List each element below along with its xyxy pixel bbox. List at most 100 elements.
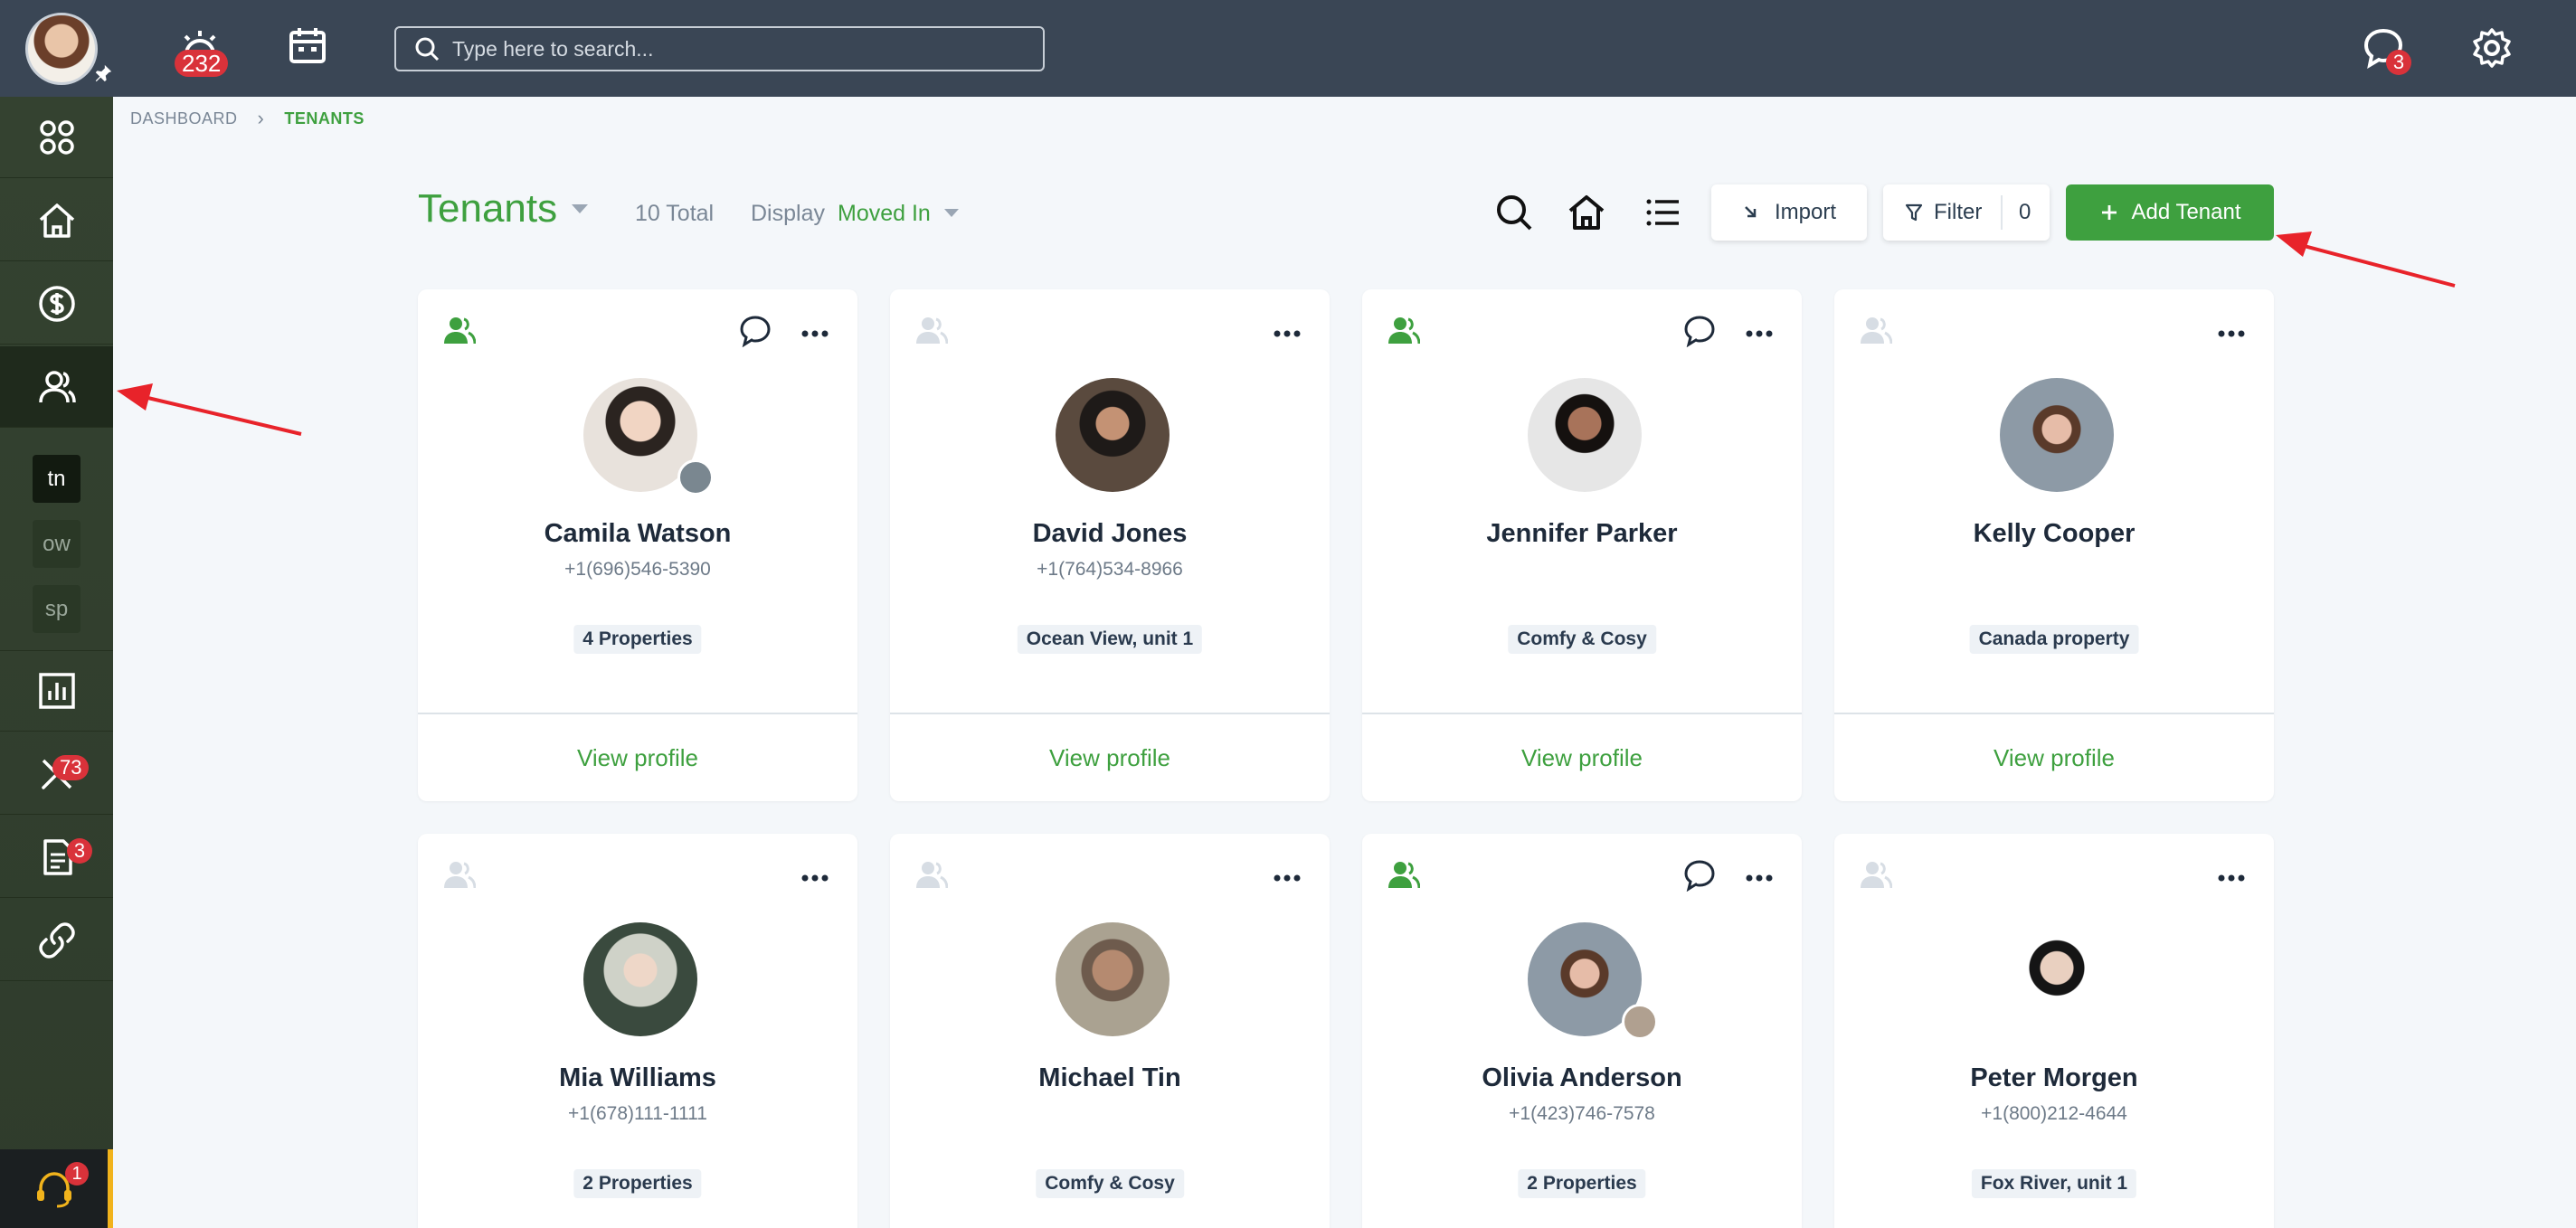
dollar-circle-icon: [38, 285, 75, 322]
search-toggle-icon[interactable]: [1494, 193, 1534, 232]
sidebar-item-apps[interactable]: [0, 97, 113, 178]
add-tenant-button[interactable]: Add Tenant: [2066, 184, 2274, 241]
chat-bubble-icon[interactable]: [1683, 859, 1716, 893]
tenant-card[interactable]: David Jones +1(764)534-8966 Ocean View, …: [890, 289, 1330, 801]
calendar-icon[interactable]: [288, 25, 327, 70]
sidebar-item-documents[interactable]: [0, 817, 113, 898]
tenant-status-person-icon: [443, 315, 477, 345]
tenant-name[interactable]: Olivia Anderson: [1362, 1063, 1802, 1093]
workspace-ow[interactable]: ow: [33, 520, 80, 568]
search-icon: [414, 36, 440, 61]
import-button[interactable]: Import: [1711, 184, 1867, 241]
apps-grid-icon: [39, 119, 74, 155]
pin-icon: [93, 63, 113, 83]
tenant-status-person-icon: [1387, 859, 1421, 890]
tenant-name[interactable]: Camila Watson: [418, 519, 857, 549]
more-options-icon[interactable]: [2218, 870, 2245, 882]
view-profile-link[interactable]: View profile: [1834, 713, 2274, 801]
user-avatar[interactable]: [25, 13, 98, 85]
tenant-status-person-icon: [1387, 315, 1421, 345]
page-title[interactable]: Tenants: [418, 186, 557, 231]
tenant-name[interactable]: David Jones: [890, 519, 1330, 549]
tenant-card[interactable]: Mia Williams +1(678)111-1111 2 Propertie…: [418, 834, 857, 1228]
support-button[interactable]: 1: [0, 1149, 113, 1228]
more-options-icon[interactable]: [1274, 870, 1301, 882]
breadcrumb-dashboard[interactable]: DASHBOARD: [130, 109, 238, 128]
bar-chart-icon: [38, 673, 75, 709]
breadcrumb-tenants: TENANTS: [284, 109, 365, 128]
tenant-name[interactable]: Kelly Cooper: [1834, 519, 2274, 549]
more-options-icon[interactable]: [1746, 326, 1773, 337]
add-tenant-label: Add Tenant: [2131, 200, 2241, 224]
title-dropdown-icon[interactable]: [572, 204, 588, 213]
tenant-photo[interactable]: [1056, 922, 1170, 1036]
sidebar-item-tenants[interactable]: [0, 346, 113, 428]
filter-label: Filter: [1934, 200, 1983, 224]
tenant-property-tag[interactable]: 4 Properties: [573, 625, 702, 654]
annotation-arrow-add-tenant: [2276, 231, 2456, 288]
view-profile-link[interactable]: View profile: [418, 713, 857, 801]
tenant-name[interactable]: Jennifer Parker: [1362, 519, 1802, 549]
chat-bubble-icon[interactable]: [1683, 315, 1716, 348]
tenant-phone: +1(678)111-1111: [568, 1103, 707, 1124]
settings-gear-icon[interactable]: [2471, 27, 2513, 73]
import-label: Import: [1774, 200, 1836, 224]
top-bar: 232 3: [0, 0, 2576, 97]
sidebar-item-home[interactable]: [0, 180, 113, 261]
documents-badge: 3: [67, 838, 92, 864]
breadcrumb: DASHBOARD › TENANTS: [130, 107, 365, 130]
tenant-name[interactable]: Mia Williams: [418, 1063, 857, 1093]
plus-icon: [2101, 205, 2117, 220]
tenant-property-tag[interactable]: Canada property: [1969, 625, 2139, 654]
tenant-photo[interactable]: [2000, 922, 2114, 1036]
workspace-tn[interactable]: tn: [33, 455, 80, 503]
maintenance-badge: 73: [52, 755, 90, 780]
display-dropdown-icon[interactable]: [944, 209, 959, 217]
tenant-property-tag[interactable]: Ocean View, unit 1: [1017, 625, 1203, 654]
sidebar-item-links[interactable]: [0, 900, 113, 981]
more-options-icon[interactable]: [801, 870, 829, 882]
tenant-photo[interactable]: [583, 922, 697, 1036]
search-input[interactable]: [452, 36, 1031, 61]
sidebar-item-payments[interactable]: [0, 263, 113, 345]
tenant-property-tag[interactable]: Comfy & Cosy: [1036, 1169, 1184, 1198]
more-options-icon[interactable]: [2218, 326, 2245, 337]
tenant-photo[interactable]: [2000, 378, 2114, 492]
tenant-name[interactable]: Michael Tin: [890, 1063, 1330, 1093]
more-options-icon[interactable]: [801, 326, 829, 337]
sidebar-item-reports[interactable]: [0, 650, 113, 732]
tenant-card[interactable]: Camila Watson +1(696)546-5390 4 Properti…: [418, 289, 857, 801]
tenant-property-tag[interactable]: 2 Properties: [573, 1169, 702, 1198]
chat-bubble-icon[interactable]: [739, 315, 772, 348]
tenant-status-person-icon: [915, 859, 949, 890]
tenant-card[interactable]: Michael Tin Comfy & Cosy: [890, 834, 1330, 1228]
tenant-property-tag[interactable]: 2 Properties: [1518, 1169, 1646, 1198]
view-profile-link[interactable]: View profile: [890, 713, 1330, 801]
more-options-icon[interactable]: [1746, 870, 1773, 882]
tenant-status-person-icon: [443, 859, 477, 890]
tenant-status-person-icon: [1860, 859, 1893, 890]
tenant-card[interactable]: Olivia Anderson +1(423)746-7578 2 Proper…: [1362, 834, 1802, 1228]
display-select[interactable]: Moved In: [838, 201, 931, 227]
properties-view-home-icon[interactable]: [1567, 193, 1606, 232]
tenant-photo[interactable]: [1056, 378, 1170, 492]
tenant-card[interactable]: Peter Morgen +1(800)212-4644 Fox River, …: [1834, 834, 2274, 1228]
list-view-icon[interactable]: [1643, 193, 1682, 232]
tenant-status-person-icon: [1860, 315, 1893, 345]
tenant-name[interactable]: Peter Morgen: [1834, 1063, 2274, 1093]
tenant-property-tag[interactable]: Comfy & Cosy: [1508, 625, 1656, 654]
sidebar: tn ow sp 73 3 1: [0, 97, 113, 1228]
workspace-sp[interactable]: sp: [33, 585, 80, 633]
view-profile-link[interactable]: View profile: [1362, 713, 1802, 801]
filter-button[interactable]: Filter 0: [1883, 184, 2050, 241]
search-box[interactable]: [394, 26, 1045, 71]
more-options-icon[interactable]: [1274, 326, 1301, 337]
tenant-photo[interactable]: [1528, 378, 1642, 492]
display-label: Display: [751, 201, 825, 226]
tenant-card[interactable]: Jennifer Parker Comfy & Cosy View profil…: [1362, 289, 1802, 801]
home-icon: [39, 203, 74, 238]
filter-count: 0: [2019, 200, 2031, 224]
total-count: 10 Total: [635, 201, 715, 226]
tenant-property-tag[interactable]: Fox River, unit 1: [1971, 1169, 2137, 1198]
tenant-card[interactable]: Kelly Cooper Canada property View profil…: [1834, 289, 2274, 801]
